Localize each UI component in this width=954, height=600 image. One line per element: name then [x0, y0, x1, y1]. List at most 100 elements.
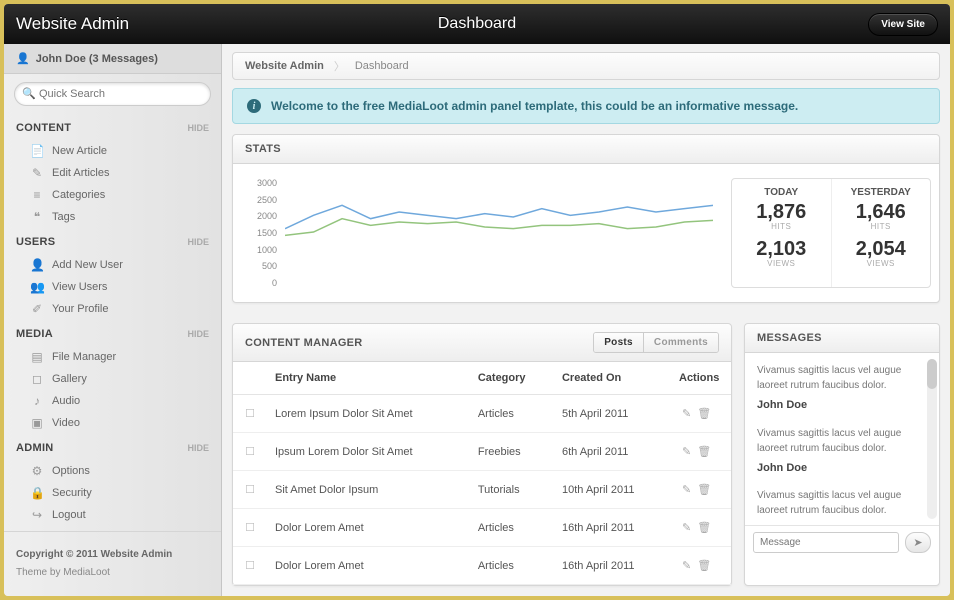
- edit-icon[interactable]: ✎: [682, 446, 691, 458]
- sidebar-item-icon: ▤: [30, 350, 44, 364]
- message-author: John Doe: [757, 522, 913, 525]
- sidebar-item-logout[interactable]: ↪Logout: [16, 504, 209, 526]
- col-category: Category: [470, 362, 554, 395]
- row-category: Articles: [470, 395, 554, 433]
- delete-icon[interactable]: 🗑: [697, 446, 711, 458]
- scrollbar-thumb[interactable]: [927, 359, 937, 389]
- y-tick-label: 1500: [241, 228, 277, 238]
- table-row: ☐ Ipsum Lorem Dolor Sit Amet Freebies 6t…: [233, 433, 731, 471]
- sidebar-item-label: New Article: [52, 145, 107, 157]
- sidebar-item-icon: ◻: [30, 372, 44, 386]
- sidebar-item-label: Categories: [52, 189, 105, 201]
- sidebar-group-title: CONTENT: [16, 122, 71, 134]
- sidebar-item-label: Options: [52, 465, 90, 477]
- sidebar-item-icon: 👥: [30, 280, 44, 294]
- sidebar-item-video[interactable]: ▣Video: [16, 412, 209, 434]
- sidebar-item-icon: ≡: [30, 188, 44, 202]
- sidebar-item-label: Gallery: [52, 373, 87, 385]
- row-checkbox[interactable]: ☐: [245, 484, 255, 496]
- view-site-button[interactable]: View Site: [868, 13, 938, 36]
- row-entry-name: Lorem Ipsum Dolor Sit Amet: [267, 395, 470, 433]
- sidebar-item-audio[interactable]: ♪Audio: [16, 390, 209, 412]
- edit-icon[interactable]: ✎: [682, 408, 691, 420]
- row-category: Tutorials: [470, 471, 554, 509]
- row-created: 10th April 2011: [554, 471, 671, 509]
- sidebar-item-view-users[interactable]: 👥 View Users: [16, 276, 209, 298]
- sidebar-group-title: MEDIA: [16, 328, 53, 340]
- page-title: Dashboard: [438, 15, 516, 33]
- sidebar-item-label: File Manager: [52, 351, 116, 363]
- breadcrumb-root[interactable]: Website Admin: [245, 60, 324, 72]
- chart-series-green: [285, 219, 713, 236]
- row-category: Articles: [470, 547, 554, 585]
- message-input[interactable]: [753, 532, 899, 553]
- delete-icon[interactable]: 🗑: [697, 560, 711, 572]
- sidebar-item-label: Add New User: [52, 259, 123, 271]
- col-actions: Actions: [671, 362, 731, 395]
- yesterday-label: YESTERDAY: [836, 187, 927, 198]
- sidebar-item-your-profile[interactable]: ✐Your Profile: [16, 298, 209, 320]
- y-tick-label: 2000: [241, 211, 277, 221]
- sidebar-item-security[interactable]: 🔒Security: [16, 482, 209, 504]
- row-checkbox[interactable]: ☐: [245, 446, 255, 458]
- sidebar-item-icon: ⚙: [30, 464, 44, 478]
- chart-series-blue: [285, 205, 713, 228]
- sidebar-item-label: Audio: [52, 395, 80, 407]
- row-checkbox[interactable]: ☐: [245, 522, 255, 534]
- content-manager-title: CONTENT MANAGER: [245, 337, 363, 349]
- row-checkbox[interactable]: ☐: [245, 408, 255, 420]
- info-alert: i Welcome to the free MediaLoot admin pa…: [232, 88, 940, 124]
- sidebar-hide-toggle[interactable]: HIDE: [187, 123, 209, 133]
- row-checkbox[interactable]: ☐: [245, 560, 255, 572]
- sidebar-item-label: View Users: [52, 281, 107, 293]
- edit-icon[interactable]: ✎: [682, 484, 691, 496]
- sidebar-hide-toggle[interactable]: HIDE: [187, 329, 209, 339]
- user-bar[interactable]: 👤 John Doe (3 Messages): [4, 44, 221, 74]
- row-created: 16th April 2011: [554, 547, 671, 585]
- today-label: TODAY: [736, 187, 827, 198]
- edit-icon[interactable]: ✎: [682, 522, 691, 534]
- sidebar-item-edit-articles[interactable]: ✎ Edit Articles: [16, 162, 209, 184]
- hits-label2: HITS: [836, 222, 927, 231]
- messages-title: MESSAGES: [745, 324, 939, 353]
- sidebar-item-label: Video: [52, 417, 80, 429]
- sidebar-item-categories[interactable]: ≡ Categories: [16, 184, 209, 206]
- sidebar-hide-toggle[interactable]: HIDE: [187, 443, 209, 453]
- sidebar-item-icon: 📄: [30, 144, 44, 158]
- send-message-button[interactable]: ➤: [905, 532, 931, 553]
- sidebar-item-label: Your Profile: [52, 303, 108, 315]
- delete-icon[interactable]: 🗑: [697, 522, 711, 534]
- theme-credit: Theme by MediaLoot: [16, 564, 209, 582]
- table-row: ☐ Sit Amet Dolor Ipsum Tutorials 10th Ap…: [233, 471, 731, 509]
- sidebar-item-tags[interactable]: ❝Tags: [16, 206, 209, 228]
- edit-icon[interactable]: ✎: [682, 560, 691, 572]
- search-input[interactable]: [14, 82, 211, 106]
- sidebar-hide-toggle[interactable]: HIDE: [187, 237, 209, 247]
- sidebar-item-label: Security: [52, 487, 92, 499]
- delete-icon[interactable]: 🗑: [697, 408, 711, 420]
- sidebar-group-title: ADMIN: [16, 442, 54, 454]
- y-tick-label: 3000: [241, 178, 277, 188]
- row-entry-name: Sit Amet Dolor Ipsum: [267, 471, 470, 509]
- delete-icon[interactable]: 🗑: [697, 484, 711, 496]
- sidebar-item-gallery[interactable]: ◻ Gallery: [16, 368, 209, 390]
- sidebar-item-file-manager[interactable]: ▤ File Manager: [16, 346, 209, 368]
- messages-list[interactable]: Vivamus sagittis lacus vel augue laoreet…: [745, 353, 939, 525]
- info-icon: i: [247, 99, 261, 113]
- y-tick-label: 2500: [241, 195, 277, 205]
- sidebar-item-icon: 👤: [30, 258, 44, 272]
- tab-comments[interactable]: Comments: [643, 333, 718, 352]
- sidebar-item-options[interactable]: ⚙ Options: [16, 460, 209, 482]
- row-entry-name: Dolor Lorem Amet: [267, 509, 470, 547]
- stats-header: STATS: [233, 135, 939, 164]
- message-author: John Doe: [757, 460, 913, 477]
- table-row: ☐ Lorem Ipsum Dolor Sit Amet Articles 5t…: [233, 395, 731, 433]
- sidebar-item-icon: ✎: [30, 166, 44, 180]
- send-icon: ➤: [913, 537, 922, 549]
- sidebar-item-label: Edit Articles: [52, 167, 109, 179]
- table-row: ☐ Dolor Lorem Amet Articles 16th April 2…: [233, 547, 731, 585]
- sidebar-item-add-new-user[interactable]: 👤 Add New User: [16, 254, 209, 276]
- breadcrumb-current: Dashboard: [355, 60, 409, 72]
- sidebar-item-new-article[interactable]: 📄 New Article: [16, 140, 209, 162]
- tab-posts[interactable]: Posts: [594, 333, 643, 352]
